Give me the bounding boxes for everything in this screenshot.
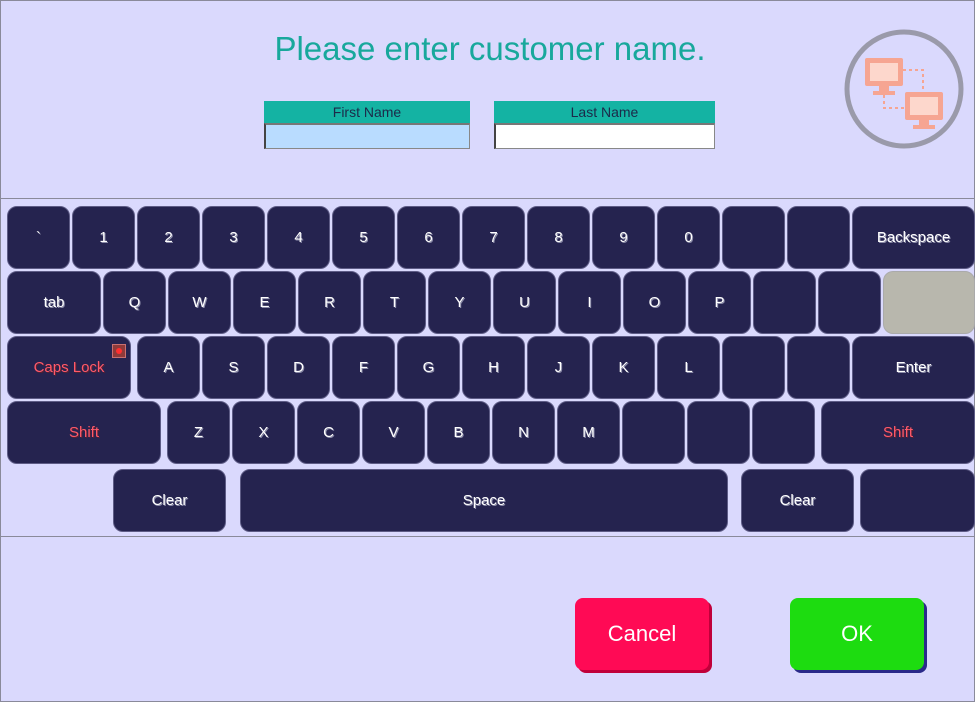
key-blank-r3-b[interactable] — [787, 336, 850, 399]
key-blank-r3-a[interactable] — [722, 336, 785, 399]
key-d[interactable]: D — [267, 336, 330, 399]
last-name-label: Last Name — [494, 101, 715, 123]
key-clear-right[interactable]: Clear — [741, 469, 854, 532]
key-r[interactable]: R — [298, 271, 361, 334]
key-w[interactable]: W — [168, 271, 231, 334]
key-1[interactable]: 1 — [72, 206, 135, 269]
key-h[interactable]: H — [462, 336, 525, 399]
key-s[interactable]: S — [202, 336, 265, 399]
key-7[interactable]: 7 — [462, 206, 525, 269]
key-blank-r2-disabled — [883, 271, 975, 334]
key-9[interactable]: 9 — [592, 206, 655, 269]
key-v[interactable]: V — [362, 401, 425, 464]
key-p[interactable]: P — [688, 271, 751, 334]
first-name-input[interactable] — [264, 123, 470, 149]
key-g[interactable]: G — [397, 336, 460, 399]
top-divider — [0, 198, 975, 199]
key-caps-lock-label: Caps Lock — [33, 359, 105, 376]
key-blank-r4-a[interactable] — [622, 401, 685, 464]
key-0[interactable]: 0 — [657, 206, 720, 269]
key-space[interactable]: Space — [240, 469, 728, 532]
key-q[interactable]: Q — [103, 271, 166, 334]
key-a[interactable]: A — [137, 336, 200, 399]
key-x[interactable]: X — [232, 401, 295, 464]
key-n[interactable]: N — [492, 401, 555, 464]
key-clear-left[interactable]: Clear — [113, 469, 226, 532]
key-blank-r2-a[interactable] — [753, 271, 816, 334]
key-i[interactable]: I — [558, 271, 621, 334]
key-o[interactable]: O — [623, 271, 686, 334]
key-6[interactable]: 6 — [397, 206, 460, 269]
key-blank-r4-c[interactable] — [752, 401, 815, 464]
key-blank-r1-a[interactable] — [722, 206, 785, 269]
network-computers-icon — [844, 29, 964, 149]
key-caps-lock[interactable]: Caps Lock — [7, 336, 131, 399]
key-blank-r2-b[interactable] — [818, 271, 881, 334]
last-name-input[interactable] — [494, 123, 715, 149]
key-tab[interactable]: tab — [7, 271, 101, 334]
cancel-button[interactable]: Cancel — [575, 598, 709, 670]
key-z[interactable]: Z — [167, 401, 230, 464]
key-blank-r5[interactable] — [860, 469, 975, 532]
key-enter[interactable]: Enter — [852, 336, 975, 399]
first-name-label: First Name — [264, 101, 470, 123]
page-title: Please enter customer name. — [274, 30, 706, 67]
key-backspace[interactable]: Backspace — [852, 206, 975, 269]
key-b[interactable]: B — [427, 401, 490, 464]
key-3[interactable]: 3 — [202, 206, 265, 269]
key-e[interactable]: E — [233, 271, 296, 334]
key-shift-left[interactable]: Shift — [7, 401, 161, 464]
key-backtick[interactable]: ` — [7, 206, 70, 269]
key-t[interactable]: T — [363, 271, 426, 334]
key-5[interactable]: 5 — [332, 206, 395, 269]
key-blank-r1-b[interactable] — [787, 206, 850, 269]
key-j[interactable]: J — [527, 336, 590, 399]
key-c[interactable]: C — [297, 401, 360, 464]
caps-lock-indicator-icon — [112, 344, 126, 358]
key-k[interactable]: K — [592, 336, 655, 399]
bottom-divider — [0, 536, 975, 537]
key-shift-right[interactable]: Shift — [821, 401, 975, 464]
key-m[interactable]: M — [557, 401, 620, 464]
key-blank-r4-b[interactable] — [687, 401, 750, 464]
key-y[interactable]: Y — [428, 271, 491, 334]
key-l[interactable]: L — [657, 336, 720, 399]
key-u[interactable]: U — [493, 271, 556, 334]
key-2[interactable]: 2 — [137, 206, 200, 269]
key-4[interactable]: 4 — [267, 206, 330, 269]
key-f[interactable]: F — [332, 336, 395, 399]
key-8[interactable]: 8 — [527, 206, 590, 269]
ok-button[interactable]: OK — [790, 598, 924, 670]
